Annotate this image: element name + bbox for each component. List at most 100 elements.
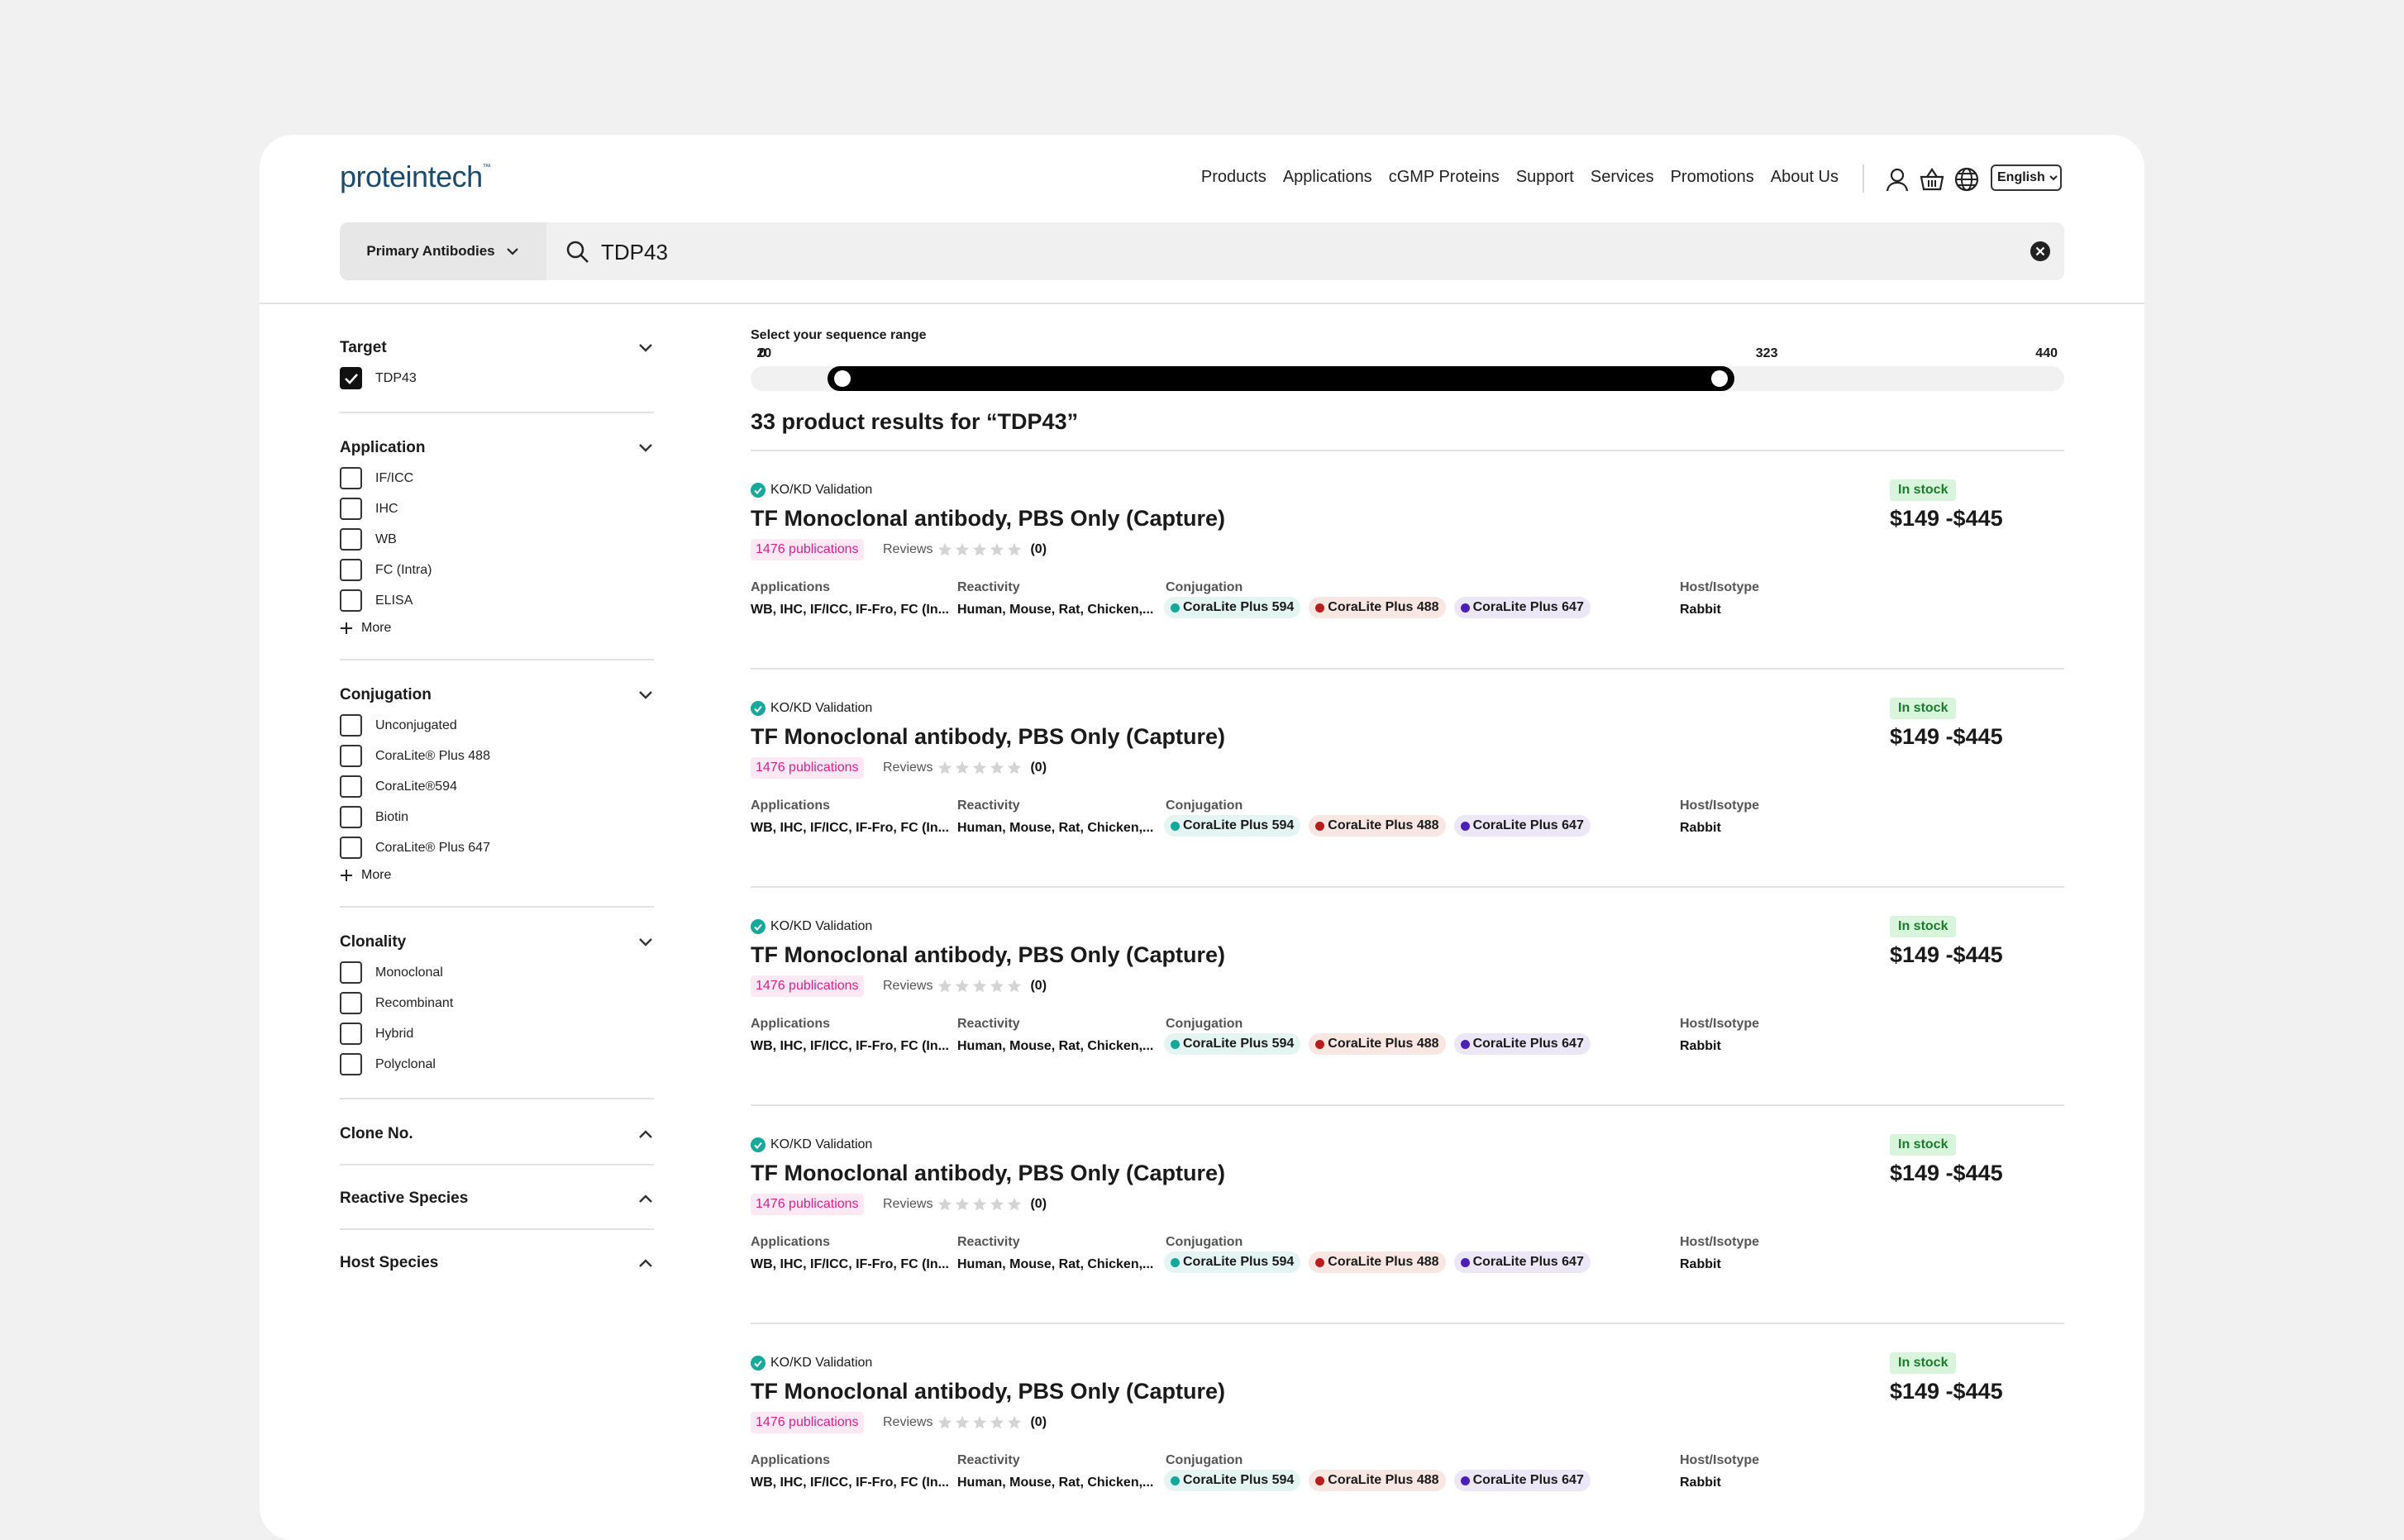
filter-option[interactable]: Unconjugated xyxy=(340,710,654,741)
sequence-range-slider[interactable] xyxy=(751,366,2064,391)
product-title[interactable]: TF Monoclonal antibody, PBS Only (Captur… xyxy=(751,724,1225,750)
checkbox[interactable] xyxy=(340,992,362,1014)
language-select[interactable]: English xyxy=(1991,164,2062,191)
conjugation-chip[interactable]: CoraLite Plus 594 xyxy=(1164,1470,1301,1491)
filter-option[interactable]: CoraLite® Plus 488 xyxy=(340,741,654,771)
nav-about-us[interactable]: About Us xyxy=(1771,168,1839,187)
checkbox[interactable] xyxy=(340,806,362,828)
reviews[interactable]: Reviews (0) xyxy=(883,760,1047,775)
applications-label: Applications xyxy=(751,1235,831,1249)
filter-option[interactable]: Biotin xyxy=(340,802,654,832)
product-card[interactable]: KO/KD Validation TF Monoclonal antibody,… xyxy=(751,1106,2064,1324)
checkbox[interactable] xyxy=(340,528,362,551)
conjugation-chip[interactable]: CoraLite Plus 488 xyxy=(1309,1252,1446,1273)
checkbox[interactable] xyxy=(340,837,362,859)
filter-application-header[interactable]: Application xyxy=(340,433,654,463)
conjugation-chip[interactable]: CoraLite Plus 488 xyxy=(1309,815,1446,837)
filter-option[interactable]: Monoclonal xyxy=(340,957,654,988)
product-card[interactable]: KO/KD Validation TF Monoclonal antibody,… xyxy=(751,670,2064,888)
filter-option[interactable]: Recombinant xyxy=(340,988,654,1018)
reviews[interactable]: Reviews (0) xyxy=(883,1415,1047,1430)
filter-option[interactable]: ELISA xyxy=(340,585,654,616)
filter-sidebar: Target TDP43 Application IF/ICC IHC WB F… xyxy=(340,333,654,1311)
filter-clone-no-header[interactable]: Clone No. xyxy=(340,1119,654,1149)
search-input[interactable] xyxy=(599,234,2008,270)
plus-icon xyxy=(341,622,352,634)
conjugation-chip[interactable]: CoraLite Plus 488 xyxy=(1309,1470,1446,1491)
filter-host-species-header[interactable]: Host Species xyxy=(340,1248,654,1278)
conjugation-chip[interactable]: CoraLite Plus 647 xyxy=(1453,1470,1591,1491)
category-dropdown[interactable]: Primary Antibodies xyxy=(340,222,546,280)
basket-icon[interactable] xyxy=(1919,166,1945,193)
conjugation-chip[interactable]: CoraLite Plus 488 xyxy=(1309,1033,1446,1055)
reviews[interactable]: Reviews (0) xyxy=(883,979,1047,994)
conjugation-chip[interactable]: CoraLite Plus 647 xyxy=(1453,1252,1591,1273)
checkbox[interactable] xyxy=(340,559,362,581)
filter-option-tdp43[interactable]: TDP43 xyxy=(340,363,654,393)
user-icon[interactable] xyxy=(1884,166,1910,193)
product-card[interactable]: KO/KD Validation TF Monoclonal antibody,… xyxy=(751,451,2064,670)
filter-conjugation-header[interactable]: Conjugation xyxy=(340,680,654,710)
proteintech-logo[interactable]: proteintech™ xyxy=(340,160,491,194)
more-button[interactable]: More xyxy=(340,616,654,641)
search-icon[interactable] xyxy=(565,239,591,265)
range-label-high: 323 xyxy=(1755,346,1778,360)
checkbox[interactable] xyxy=(340,775,362,798)
filter-option[interactable]: Hybrid xyxy=(340,1018,654,1049)
checkbox[interactable] xyxy=(340,467,362,489)
publications-badge[interactable]: 1476 publications xyxy=(751,757,864,779)
product-title[interactable]: TF Monoclonal antibody, PBS Only (Captur… xyxy=(751,1161,1225,1186)
checkbox[interactable] xyxy=(340,714,362,737)
conjugation-chip[interactable]: CoraLite Plus 594 xyxy=(1164,815,1301,837)
publications-badge[interactable]: 1476 publications xyxy=(751,539,864,560)
checkbox[interactable] xyxy=(340,961,362,984)
publications-badge[interactable]: 1476 publications xyxy=(751,1412,864,1433)
checkbox-checked[interactable] xyxy=(340,367,362,389)
product-card[interactable]: KO/KD Validation TF Monoclonal antibody,… xyxy=(751,1324,2064,1540)
conjugation-chip[interactable]: CoraLite Plus 488 xyxy=(1309,597,1446,618)
conjugation-chip[interactable]: CoraLite Plus 647 xyxy=(1453,597,1591,618)
conjugation-chip[interactable]: CoraLite Plus 647 xyxy=(1453,1033,1591,1055)
filter-option[interactable]: IHC xyxy=(340,493,654,524)
conjugation-chip[interactable]: CoraLite Plus 594 xyxy=(1164,1033,1301,1055)
product-title[interactable]: TF Monoclonal antibody, PBS Only (Captur… xyxy=(751,942,1225,968)
filter-option[interactable]: IF/ICC xyxy=(340,463,654,493)
publications-badge[interactable]: 1476 publications xyxy=(751,975,864,997)
filter-conjugation: Conjugation Unconjugated CoraLite® Plus … xyxy=(340,680,654,908)
globe-icon[interactable] xyxy=(1953,166,1980,193)
filter-clonality-header[interactable]: Clonality xyxy=(340,927,654,957)
filter-target-header[interactable]: Target xyxy=(340,333,654,363)
more-button[interactable]: More xyxy=(340,863,654,888)
filter-option[interactable]: WB xyxy=(340,524,654,555)
filter-target: Target TDP43 xyxy=(340,333,654,413)
filter-option[interactable]: Polyclonal xyxy=(340,1049,654,1080)
range-thumb-high[interactable] xyxy=(1710,370,1728,387)
checkbox[interactable] xyxy=(340,589,362,612)
filter-option[interactable]: CoraLite®594 xyxy=(340,771,654,802)
color-dot xyxy=(1460,1039,1470,1049)
reviews[interactable]: Reviews (0) xyxy=(883,1197,1047,1212)
product-title[interactable]: TF Monoclonal antibody, PBS Only (Captur… xyxy=(751,506,1225,532)
checkbox[interactable] xyxy=(340,1023,362,1045)
nav-support[interactable]: Support xyxy=(1516,168,1574,187)
nav-services[interactable]: Services xyxy=(1591,168,1654,187)
nav-promotions[interactable]: Promotions xyxy=(1671,168,1754,187)
filter-option[interactable]: FC (Intra) xyxy=(340,555,654,585)
checkbox[interactable] xyxy=(340,498,362,520)
product-card[interactable]: KO/KD Validation TF Monoclonal antibody,… xyxy=(751,888,2064,1106)
filter-reactive-species-header[interactable]: Reactive Species xyxy=(340,1184,654,1213)
nav-cgmp-proteins[interactable]: cGMP Proteins xyxy=(1389,168,1500,187)
range-selected-fill[interactable] xyxy=(828,366,1734,391)
conjugation-chip[interactable]: CoraLite Plus 594 xyxy=(1164,1252,1301,1273)
reviews[interactable]: Reviews (0) xyxy=(883,542,1047,557)
conjugation-chip[interactable]: CoraLite Plus 647 xyxy=(1453,815,1591,837)
product-title[interactable]: TF Monoclonal antibody, PBS Only (Captur… xyxy=(751,1379,1225,1404)
checkbox[interactable] xyxy=(340,745,362,767)
nav-applications[interactable]: Applications xyxy=(1283,168,1372,187)
filter-option[interactable]: CoraLite® Plus 647 xyxy=(340,832,654,863)
nav-products[interactable]: Products xyxy=(1201,168,1266,187)
clear-search-icon[interactable] xyxy=(2030,241,2051,262)
checkbox[interactable] xyxy=(340,1053,362,1075)
publications-badge[interactable]: 1476 publications xyxy=(751,1194,864,1215)
conjugation-chip[interactable]: CoraLite Plus 594 xyxy=(1164,597,1301,618)
